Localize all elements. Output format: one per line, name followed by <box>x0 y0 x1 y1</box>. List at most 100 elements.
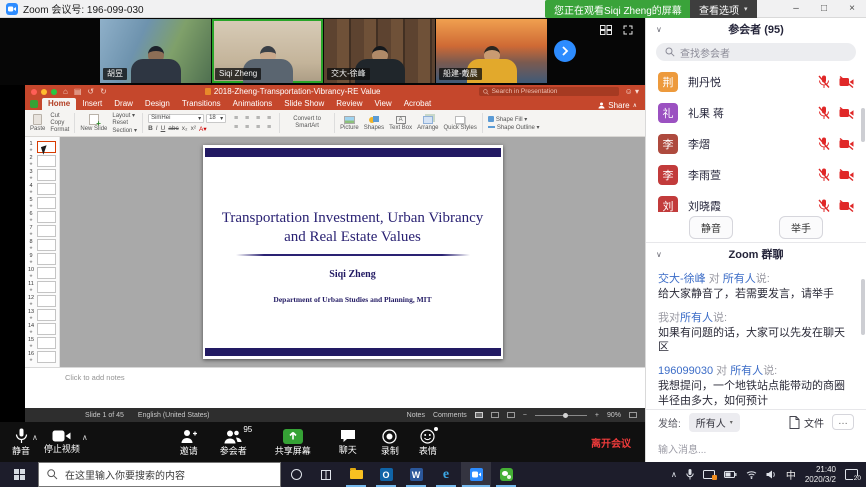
slide-thumbnail-1[interactable]: 1★ <box>25 140 59 154</box>
bold-button[interactable]: B <box>148 125 153 132</box>
tray-display-icon[interactable] <box>703 470 715 479</box>
convert-smartart-button[interactable]: Convert to SmartArt <box>285 116 329 130</box>
redo-icon[interactable]: ↻ <box>100 88 107 96</box>
outlook-button[interactable]: O <box>371 462 401 487</box>
quick-styles-button[interactable]: Quick Styles <box>444 116 477 131</box>
minimize-button[interactable]: – <box>782 0 810 18</box>
ppt-search-field[interactable]: Search in Presentation <box>479 87 619 96</box>
start-button[interactable] <box>0 462 38 487</box>
chat-message-list[interactable]: 交大-徐峰 对 所有人说: 给大家静音了，若需要发言，请举手 我对所有人说: 如… <box>646 265 866 415</box>
tab-insert[interactable]: Insert <box>76 98 108 110</box>
video-tile-3[interactable]: 交大-徐峰 <box>324 19 435 83</box>
slide-thumbnail-14[interactable]: 14★ <box>25 322 59 336</box>
slide-thumbnail-2[interactable]: 2★ <box>25 154 59 168</box>
arrange-button[interactable]: Arrange <box>417 116 438 131</box>
send-file-button[interactable]: 文件 <box>789 415 824 430</box>
tray-speaker-icon[interactable] <box>766 470 777 479</box>
language-label[interactable]: English (United States) <box>138 412 210 419</box>
zoom-percent-label[interactable]: 90% <box>607 412 621 419</box>
cortana-button[interactable] <box>281 462 311 487</box>
feedback-smiley-icon[interactable]: ☺ ▾ <box>625 88 639 96</box>
file-explorer-button[interactable] <box>341 462 371 487</box>
video-tile-2-active-speaker[interactable]: Siqi Zheng <box>212 19 323 83</box>
tab-slide-show[interactable]: Slide Show <box>278 98 330 110</box>
slide-thumbnail-16[interactable]: 16★ <box>25 350 59 364</box>
reset-button[interactable]: Reset <box>112 120 137 126</box>
raise-hand-button[interactable]: 举手 <box>779 216 823 239</box>
paste-button[interactable]: Paste <box>30 114 45 132</box>
view-options-button[interactable]: 查看选项▾ <box>690 0 757 18</box>
layout-button[interactable]: Layout ▾ <box>112 112 137 119</box>
fit-slide-icon[interactable] <box>629 412 637 418</box>
slide-thumbnail-6[interactable]: 6★ <box>25 210 59 224</box>
slide-thumbnail-11[interactable]: 11★ <box>25 280 59 294</box>
more-options-button[interactable]: … <box>832 414 854 430</box>
close-button[interactable]: × <box>838 0 866 18</box>
mac-close-button[interactable] <box>31 89 37 95</box>
tab-view[interactable]: View <box>369 98 398 110</box>
ppt-share-button[interactable]: Share∧ <box>598 101 637 110</box>
mute-button[interactable]: 静音 <box>6 422 36 462</box>
picture-button[interactable]: Picture <box>340 116 359 131</box>
tab-home[interactable]: Home <box>42 98 76 110</box>
participant-row[interactable]: 荆 荆丹悦 <box>646 66 866 97</box>
tray-expand-icon[interactable]: ∧ <box>671 470 677 479</box>
participant-row[interactable]: 李 李雨萱 <box>646 159 866 190</box>
copy-button[interactable]: Copy <box>50 120 69 126</box>
slide-thumbnail-3[interactable]: 3★ <box>25 168 59 182</box>
next-videos-button[interactable] <box>554 40 576 62</box>
new-slide-button[interactable]: New Slide <box>80 114 107 132</box>
shape-fill-button[interactable]: Shape Fill ▾ <box>488 116 540 123</box>
invite-button[interactable]: 邀请 <box>174 422 204 462</box>
slide-thumbnail-4[interactable]: 4★ <box>25 182 59 196</box>
text-box-button[interactable]: AText Box <box>389 116 412 131</box>
send-to-selector[interactable]: 所有人▾ <box>689 413 740 432</box>
paragraph-group[interactable]: ≡≡≡≡ ≡≡≡≡ <box>231 115 274 132</box>
strikethrough-button[interactable]: abc <box>168 125 178 132</box>
undo-icon[interactable]: ↺ <box>87 88 94 96</box>
tray-wifi-icon[interactable] <box>746 470 757 479</box>
mic-muted-icon[interactable] <box>818 137 830 151</box>
underline-button[interactable]: U <box>161 125 166 132</box>
slideshow-icon[interactable] <box>507 412 515 418</box>
mic-muted-icon[interactable] <box>818 199 830 213</box>
mute-participant-button[interactable]: 静音 <box>689 216 733 239</box>
chat-scrollbar[interactable] <box>861 279 865 335</box>
mic-muted-icon[interactable] <box>818 75 830 89</box>
font-name-select[interactable]: SimHei▾ <box>148 114 204 123</box>
tab-animations[interactable]: Animations <box>227 98 279 110</box>
tab-acrobat[interactable]: Acrobat <box>398 98 438 110</box>
slide-thumbnail-12[interactable]: 12★ <box>25 294 59 308</box>
taskbar-search-field[interactable]: 在这里输入你要搜索的内容 <box>38 462 281 487</box>
slide-thumbnail-10[interactable]: 10★ <box>25 266 59 280</box>
word-button[interactable]: W <box>401 462 431 487</box>
reactions-button[interactable]: 表情 <box>413 422 443 462</box>
zoom-in-button[interactable]: + <box>595 412 599 419</box>
normal-view-icon[interactable] <box>475 412 483 418</box>
slide-thumbnail-13[interactable]: 13★ <box>25 308 59 322</box>
slide-thumbnail-5[interactable]: 5★ <box>25 196 59 210</box>
video-off-icon[interactable] <box>839 138 854 150</box>
tray-battery-icon[interactable] <box>724 471 737 478</box>
tab-transitions[interactable]: Transitions <box>176 98 227 110</box>
slide-thumbnail-9[interactable]: 9★ <box>25 252 59 266</box>
ime-indicator[interactable]: 中 <box>786 467 796 482</box>
video-off-icon[interactable] <box>839 107 854 119</box>
slide-thumbnail-7[interactable]: 7★ <box>25 224 59 238</box>
mic-muted-icon[interactable] <box>818 168 830 182</box>
taskbar-clock[interactable]: 21:40 2020/3/2 <box>805 465 836 485</box>
mic-muted-icon[interactable] <box>818 106 830 120</box>
participant-row[interactable]: 刘 刘晓霞 <box>646 190 866 212</box>
stop-video-button[interactable]: 停止视频 <box>38 422 86 462</box>
zoom-slider[interactable] <box>535 415 587 416</box>
tab-draw[interactable]: Draw <box>108 98 139 110</box>
comments-toggle[interactable]: Comments <box>433 412 467 419</box>
subscript-button[interactable]: x₂ <box>182 125 188 132</box>
leave-meeting-button[interactable]: 离开会议 <box>591 435 631 450</box>
zoom-out-button[interactable]: − <box>523 412 527 419</box>
video-tile-1[interactable]: 胡昱 <box>100 19 211 83</box>
slide-thumbnail-15[interactable]: 15★ <box>25 336 59 350</box>
action-center-button[interactable]: 20 <box>845 469 858 480</box>
participants-button[interactable]: 95 参会者 <box>214 422 253 462</box>
video-off-icon[interactable] <box>839 200 854 212</box>
